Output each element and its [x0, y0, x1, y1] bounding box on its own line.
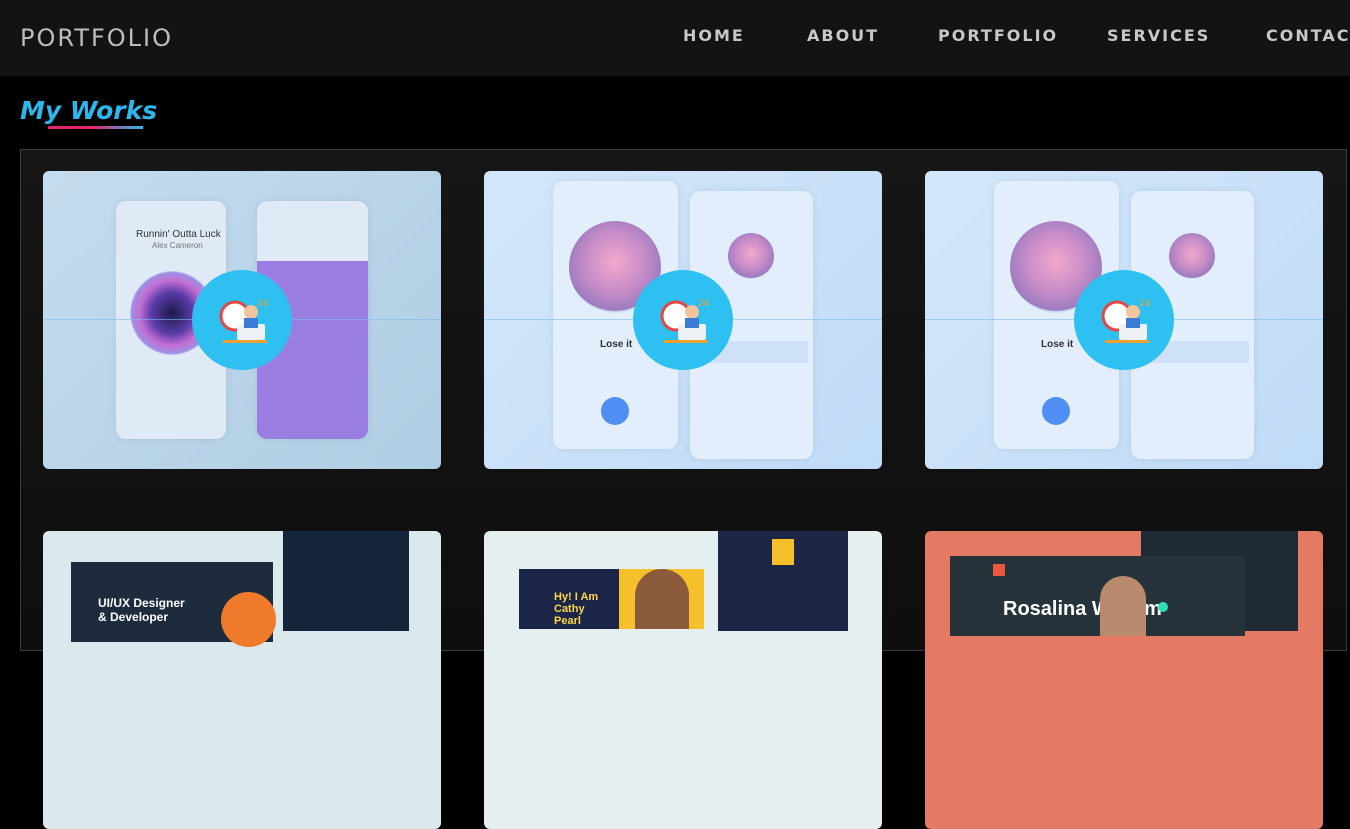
- website-mockup: UI/UX Designer & Developer: [71, 562, 276, 647]
- developer-24h-icon: 24: [660, 299, 710, 343]
- work-card-3[interactable]: Lose it 24: [925, 171, 1323, 469]
- nav-services[interactable]: SERVICES: [1107, 26, 1210, 45]
- nav-contact[interactable]: CONTACT: [1266, 26, 1350, 45]
- track-title: Lose it: [600, 339, 633, 350]
- nav-about[interactable]: ABOUT: [807, 26, 879, 45]
- work-card-4[interactable]: UI/UX Designer & Developer: [43, 531, 441, 829]
- brand-logo[interactable]: PORTFOLIO: [20, 24, 173, 52]
- top-navbar: PORTFOLIO HOME ABOUT PORTFOLIO SERVICES …: [0, 0, 1350, 76]
- nav-home[interactable]: HOME: [683, 26, 745, 45]
- website-mockup: Hy! I Am Cathy Pearl: [519, 569, 704, 629]
- website-side-mockup: [718, 531, 848, 631]
- track-title: Lose it: [1041, 339, 1074, 350]
- work-card-1[interactable]: Runnin' Outta Luck Alex Cameron 24: [43, 171, 441, 469]
- svg-text:24: 24: [1139, 299, 1151, 309]
- svg-text:24: 24: [257, 299, 269, 309]
- work-headline: Hy! I Am Cathy Pearl: [554, 591, 599, 627]
- developer-24h-icon: 24: [1101, 299, 1151, 343]
- developer-badge[interactable]: 24: [192, 270, 292, 370]
- title-underline: [48, 126, 143, 129]
- works-grid: Runnin' Outta Luck Alex Cameron 24 Lose …: [20, 149, 1347, 829]
- work-card-5[interactable]: Hy! I Am Cathy Pearl: [484, 531, 882, 829]
- section-title: My Works: [20, 96, 158, 125]
- work-card-2[interactable]: Lose it 24: [484, 171, 882, 469]
- track-artist: Alex Cameron: [152, 241, 203, 250]
- track-title: Runnin' Outta Luck: [136, 229, 221, 240]
- nav-portfolio[interactable]: PORTFOLIO: [938, 26, 1058, 45]
- developer-badge[interactable]: 24: [1074, 270, 1174, 370]
- website-mockup: Rosalina William: [950, 556, 1245, 636]
- svg-text:24: 24: [698, 299, 710, 309]
- developer-24h-icon: 24: [219, 299, 269, 343]
- work-card-6[interactable]: Rosalina William: [925, 531, 1323, 829]
- website-side-mockup: [283, 531, 409, 631]
- developer-badge[interactable]: 24: [633, 270, 733, 370]
- work-headline: UI/UX Designer & Developer: [98, 596, 185, 624]
